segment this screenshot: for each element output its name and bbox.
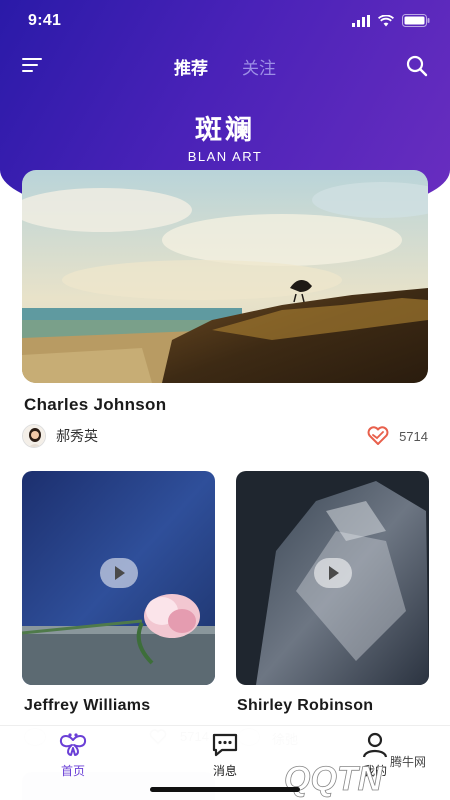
featured-author-row: 郝秀英 5714 — [22, 424, 428, 448]
message-icon — [212, 733, 238, 757]
brand-subtitle: BLAN ART — [187, 149, 263, 164]
brand-title: 斑斓 — [195, 115, 255, 146]
status-bar: 9:41 — [0, 0, 450, 44]
card-title[interactable]: Jeffrey Williams — [24, 697, 151, 715]
like-icon[interactable] — [367, 426, 389, 446]
featured-artwork-image[interactable] — [22, 170, 428, 383]
tab-recommend[interactable]: 推荐 — [174, 54, 208, 79]
tabbar-label: 首页 — [60, 764, 85, 778]
avatar[interactable] — [22, 424, 46, 448]
like-control[interactable]: 5714 — [367, 426, 428, 446]
featured-title[interactable]: Charles Johnson — [24, 395, 166, 415]
search-icon[interactable] — [406, 55, 428, 77]
artwork-card-image[interactable] — [236, 471, 429, 685]
feed-tabs: 推荐 关注 — [0, 54, 450, 79]
artwork-card-image[interactable] — [22, 471, 215, 685]
watermark-text: QQTN — [284, 760, 384, 798]
top-nav: 推荐 关注 — [0, 50, 450, 80]
wifi-icon — [378, 14, 394, 26]
status-icons — [352, 14, 430, 27]
play-icon — [114, 566, 125, 580]
tabbar-item-home[interactable]: 首页 — [38, 732, 108, 779]
signal-icon — [352, 14, 370, 27]
brand-logo: 斑斓 BLAN ART — [0, 108, 450, 164]
author-name[interactable]: 郝秀英 — [56, 426, 98, 446]
watermark-subtext: 腾牛网 — [390, 754, 426, 769]
like-count: 5714 — [399, 428, 428, 444]
butterfly-icon — [59, 733, 87, 756]
status-time: 9:41 — [28, 12, 62, 29]
card-title[interactable]: Shirley Robinson — [237, 697, 373, 715]
play-button[interactable] — [99, 558, 138, 588]
play-icon — [328, 566, 339, 580]
home-indicator — [150, 787, 300, 792]
battery-icon — [402, 14, 430, 27]
play-button[interactable] — [313, 558, 352, 588]
tab-following[interactable]: 关注 — [242, 54, 276, 79]
watermark-logo: QQTN 腾牛网 — [240, 748, 450, 800]
